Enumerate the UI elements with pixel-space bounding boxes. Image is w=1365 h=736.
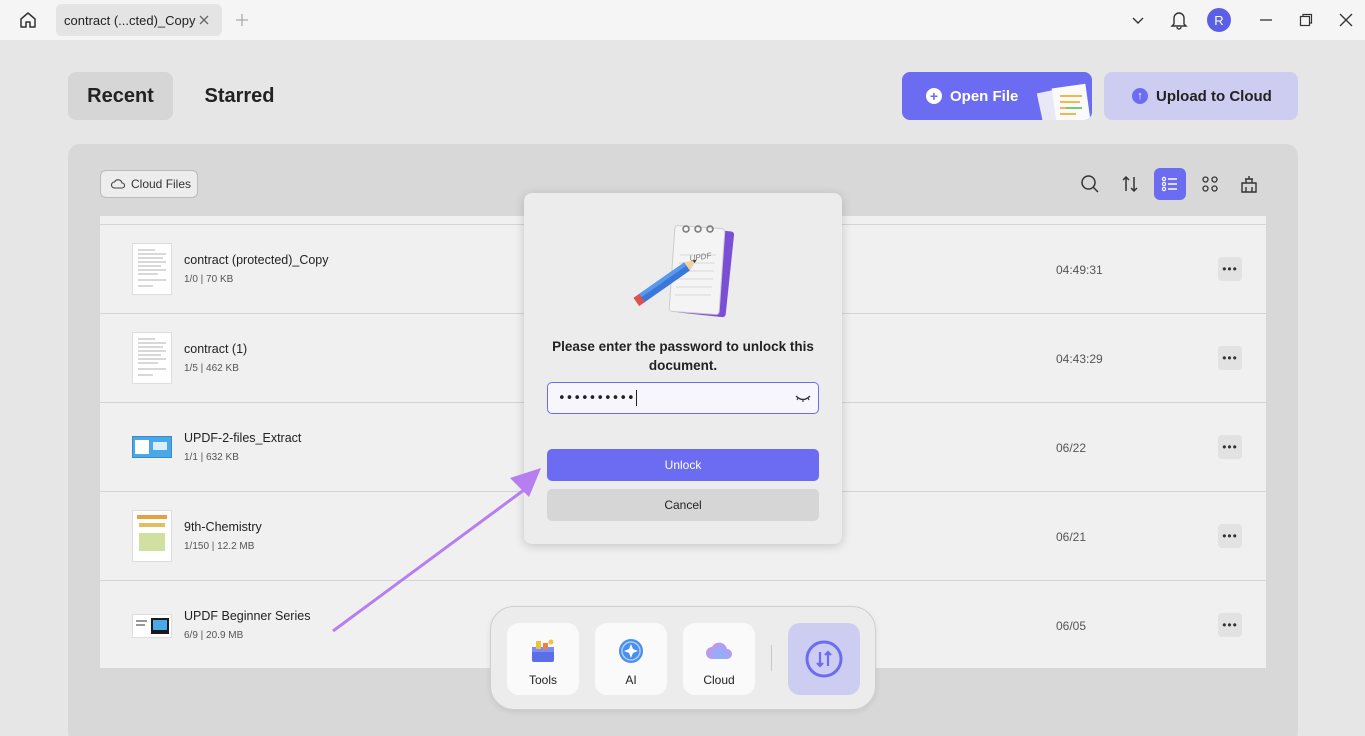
more-options-button[interactable]: ••• — [1218, 257, 1242, 281]
file-name: contract (protected)_Copy — [184, 253, 329, 267]
close-tab-icon[interactable] — [196, 12, 212, 28]
dialog-message: Please enter the password to unlock this… — [552, 339, 814, 373]
more-options-button[interactable]: ••• — [1218, 613, 1242, 637]
file-meta: 1/150 | 12.2 MB — [184, 541, 255, 552]
upload-label: Upload to Cloud — [1156, 87, 1272, 105]
document-thumbnail — [132, 243, 172, 295]
upload-to-cloud-button[interactable]: ↑ Upload to Cloud — [1104, 72, 1298, 120]
notepad-pencil-illustration-icon: UPDF — [633, 225, 735, 318]
document-thumbnail — [132, 436, 172, 458]
more-options-button[interactable]: ••• — [1218, 346, 1242, 370]
hide-password-icon[interactable] — [794, 390, 812, 406]
file-meta: 1/1 | 632 KB — [184, 452, 239, 463]
swap-icon — [805, 640, 843, 678]
password-dialog: UPDF Please enter the password to unlock… — [524, 193, 842, 544]
restore-icon[interactable] — [1294, 8, 1318, 32]
file-name: UPDF-2-files_Extract — [184, 431, 302, 445]
file-name: UPDF Beginner Series — [184, 609, 311, 623]
document-thumbnail — [132, 614, 172, 638]
dock-divider — [771, 645, 772, 671]
bottom-dock: Tools AI Cloud — [490, 606, 876, 710]
cloud-icon — [706, 642, 732, 659]
more-options-button[interactable]: ••• — [1218, 524, 1242, 548]
ai-button[interactable]: AI — [595, 623, 667, 695]
document-thumbnail — [132, 332, 172, 384]
file-meta: 1/0 | 70 KB — [184, 274, 234, 285]
tools-label: Tools — [528, 673, 557, 687]
cancel-button[interactable]: Cancel — [547, 489, 819, 521]
file-time: 06/21 — [1056, 530, 1087, 544]
cloud-button[interactable]: Cloud — [683, 623, 755, 695]
file-time: 04:49:31 — [1056, 263, 1103, 277]
password-value: •••••••••• — [558, 390, 635, 406]
open-file-button[interactable]: + Open File — [902, 72, 1092, 120]
minimize-icon[interactable] — [1254, 8, 1278, 32]
swap-button[interactable] — [788, 623, 860, 695]
cloud-label: Cloud — [703, 673, 735, 687]
new-tab-icon[interactable] — [232, 10, 252, 30]
tab-recent[interactable]: Recent — [68, 72, 173, 120]
documents-illustration-icon — [1036, 83, 1091, 120]
title-bar: contract (...cted)_Copy R — [0, 0, 1365, 40]
file-time: 06/05 — [1056, 619, 1087, 633]
upload-icon: ↑ — [1132, 88, 1148, 104]
plus-icon: + — [926, 88, 942, 104]
file-name: contract (1) — [184, 342, 248, 356]
bell-icon[interactable] — [1167, 8, 1191, 32]
more-options-button[interactable]: ••• — [1218, 435, 1242, 459]
document-tab[interactable]: contract (...cted)_Copy — [56, 4, 222, 36]
ai-label: AI — [625, 673, 637, 687]
file-time: 06/22 — [1056, 441, 1087, 455]
file-name: 9th-Chemistry — [184, 520, 262, 534]
tools-button[interactable]: Tools — [507, 623, 579, 695]
toolbox-icon — [532, 639, 554, 662]
document-thumbnail — [132, 510, 172, 562]
password-field[interactable]: •••••••••• — [547, 382, 819, 414]
tab-starred[interactable]: Starred — [187, 72, 292, 120]
chevron-down-icon[interactable] — [1126, 8, 1150, 32]
unlock-button[interactable]: Unlock — [547, 449, 819, 481]
ai-icon — [619, 639, 643, 663]
file-meta: 6/9 | 20.9 MB — [184, 630, 244, 641]
home-icon[interactable] — [14, 8, 42, 32]
open-file-label: Open File — [950, 87, 1019, 105]
tab-title: contract (...cted)_Copy — [64, 12, 196, 28]
avatar[interactable]: R — [1207, 8, 1231, 32]
close-window-icon[interactable] — [1334, 8, 1358, 32]
file-time: 04:43:29 — [1056, 352, 1103, 366]
file-meta: 1/5 | 462 KB — [184, 363, 239, 374]
